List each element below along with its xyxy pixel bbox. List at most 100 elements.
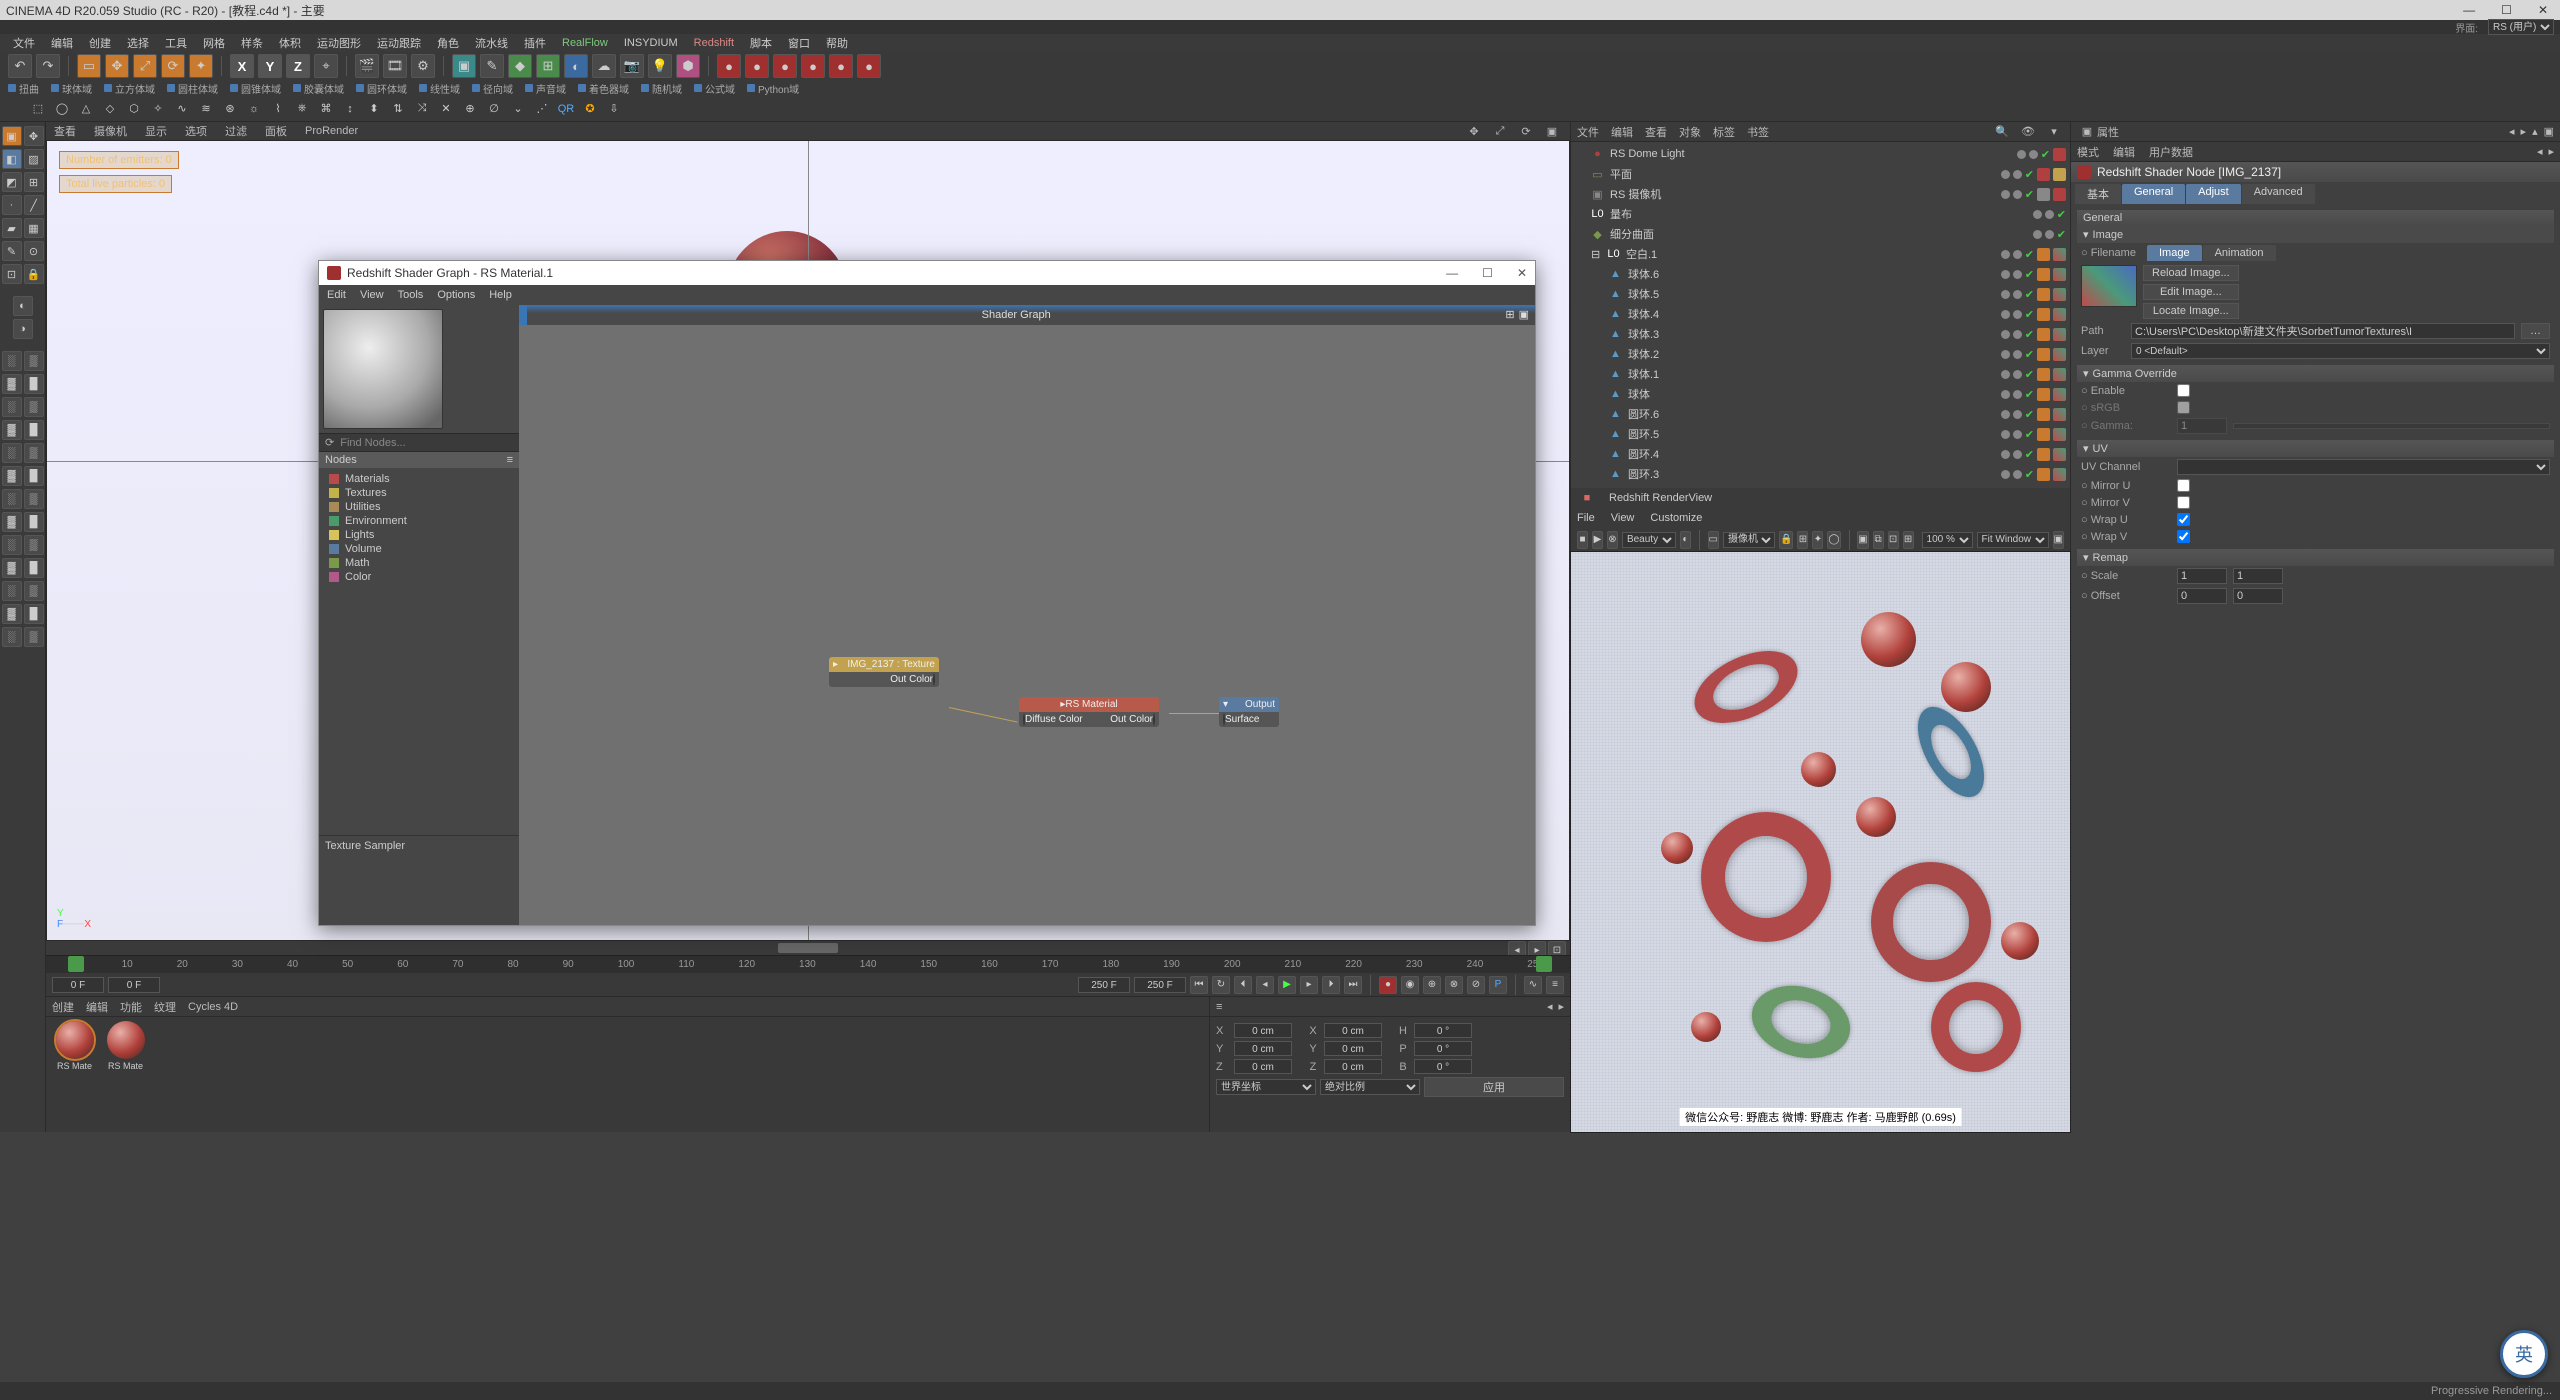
rot-field[interactable]: 0 ° [1414, 1041, 1472, 1056]
tab-adjust[interactable]: Adjust [2186, 184, 2241, 204]
out-port[interactable] [933, 673, 935, 686]
make-editable-icon[interactable]: ▣ [2, 126, 22, 146]
loop-icon[interactable]: ↻ [1212, 976, 1230, 994]
render-settings-icon[interactable]: ⚙ [411, 54, 435, 78]
sg-menu-options[interactable]: Options [437, 289, 475, 301]
field-item[interactable]: 球体域 [51, 81, 92, 96]
sg-category[interactable]: Volume [325, 542, 513, 556]
key-param-icon[interactable]: P [1489, 976, 1507, 994]
brush-icon[interactable]: ░ [2, 443, 22, 463]
rv-compare-icon[interactable]: ◯ [1827, 531, 1840, 549]
menu-mograph[interactable]: 运动图形 [310, 35, 368, 51]
vis-editor-dot[interactable] [2001, 370, 2010, 379]
prev-frame-icon[interactable]: ◂ [1256, 976, 1274, 994]
tool-icon[interactable]: ⬡ [124, 99, 144, 119]
layer-select[interactable]: 0 <Default> [2131, 343, 2550, 359]
brush-icon[interactable]: █ [24, 512, 44, 532]
attr-menu-userdata[interactable]: 用户数据 [2149, 144, 2193, 160]
brush-icon[interactable]: ░ [2, 351, 22, 371]
rs-ipr-icon[interactable]: ● [745, 54, 769, 78]
brush-icon[interactable]: ▒ [24, 351, 44, 371]
sg-canvas[interactable]: Shader Graph ⊞▣ ▸ IMG_2137 : Texture Out… [519, 305, 1535, 925]
locate-image-button[interactable]: Locate Image... [2143, 303, 2239, 319]
expand-icon[interactable]: ⊟ [1591, 248, 1603, 261]
field-item[interactable]: Python域 [747, 81, 799, 96]
vis-render-dot[interactable] [2013, 310, 2022, 319]
add-cube-icon[interactable]: ▣ [452, 54, 476, 78]
snap-icon[interactable]: ⊡ [2, 264, 22, 284]
brush-icon[interactable]: █ [24, 558, 44, 578]
rv-camera-select[interactable]: 摄像机 [1723, 532, 1775, 548]
coord-mode-a[interactable]: 世界坐标 [1216, 1079, 1316, 1095]
object-row[interactable]: ▲球体.4✔ [1575, 304, 2066, 324]
menu-create[interactable]: 创建 [82, 35, 118, 51]
vis-editor-dot[interactable] [2001, 250, 2010, 259]
tag-icon[interactable] [2037, 168, 2050, 181]
tool-icon[interactable]: ◯ [52, 99, 72, 119]
vis-editor-dot[interactable] [2033, 230, 2042, 239]
attr-menu-edit[interactable]: 编辑 [2113, 144, 2135, 160]
close-button[interactable]: ✕ [2532, 3, 2554, 17]
object-row[interactable]: ▲球体.2✔ [1575, 344, 2066, 364]
tag-icon[interactable] [2053, 288, 2066, 301]
field-item[interactable]: 线性域 [419, 81, 460, 96]
tag-icon[interactable] [2053, 308, 2066, 321]
vp-menu-options[interactable]: 选项 [185, 123, 207, 139]
menu-redshift[interactable]: Redshift [687, 37, 741, 49]
srgb-checkbox[interactable] [2177, 401, 2190, 414]
vis-render-dot[interactable] [2013, 410, 2022, 419]
offset-a[interactable] [2177, 588, 2227, 604]
scroll-thumb[interactable] [778, 943, 838, 953]
mirroru-checkbox[interactable] [2177, 479, 2190, 492]
path-field[interactable] [2131, 323, 2515, 339]
tag-icon[interactable] [2053, 428, 2066, 441]
field-item[interactable]: 胶囊体域 [293, 81, 344, 96]
vis-editor-dot[interactable] [2017, 150, 2026, 159]
tag-icon[interactable] [2053, 408, 2066, 421]
tool-icon[interactable]: △ [76, 99, 96, 119]
mat-menu-func[interactable]: 功能 [120, 999, 142, 1015]
vis-editor-dot[interactable] [2001, 450, 2010, 459]
tag-icon[interactable] [2037, 188, 2050, 201]
dope-icon[interactable]: ≡ [1546, 976, 1564, 994]
coord-menu-icon[interactable]: ≡ [1216, 1001, 1222, 1013]
objmgr-menu-tags[interactable]: 标签 [1713, 124, 1735, 140]
tab-basic[interactable]: 基本 [2075, 184, 2121, 204]
tool-icon[interactable]: ⌄ [508, 99, 528, 119]
texture-mode-icon[interactable]: ▨ [24, 149, 44, 169]
vis-render-dot[interactable] [2013, 390, 2022, 399]
rot-field[interactable]: 0 ° [1414, 1023, 1472, 1038]
add-deformer-icon[interactable]: ◐ [564, 54, 588, 78]
rv-fit-select[interactable]: Fit Window [1977, 532, 2049, 548]
vp-nav-zoom-icon[interactable]: ⤢ [1490, 121, 1510, 141]
tweak-icon[interactable]: ✎ [2, 241, 22, 261]
filter-icon[interactable]: 👁 [2018, 122, 2038, 142]
sg-snap-icon[interactable]: ⊞ [1505, 305, 1514, 325]
cur-end[interactable]: 250 F [1078, 977, 1130, 993]
brush-icon[interactable]: ▒ [24, 581, 44, 601]
model-mode-icon[interactable]: ◧ [2, 149, 22, 169]
apply-button[interactable]: 应用 [1424, 1077, 1564, 1097]
object-list[interactable]: ●RS Dome Light✔▭平面✔▣RS 摄像机✔L0量布✔◆细分曲面✔⊟L… [1571, 142, 2070, 488]
brush-icon[interactable]: ▓ [2, 558, 22, 578]
section-uv[interactable]: ▾ UV [2077, 440, 2554, 457]
enable-check-icon[interactable]: ✔ [2025, 448, 2034, 461]
tag-icon[interactable] [2037, 468, 2050, 481]
timeline-start-handle[interactable] [68, 956, 84, 972]
step-back-icon[interactable]: ⏴ [1234, 976, 1252, 994]
offset-b[interactable] [2233, 588, 2283, 604]
field-item[interactable]: 径向域 [472, 81, 513, 96]
object-row[interactable]: ▲圆环.3✔ [1575, 464, 2066, 484]
enable-check-icon[interactable]: ✔ [2025, 188, 2034, 201]
objmgr-menu-file[interactable]: 文件 [1577, 124, 1599, 140]
edit-image-button[interactable]: Edit Image... [2143, 284, 2239, 300]
menu-window[interactable]: 窗口 [781, 35, 817, 51]
vis-render-dot[interactable] [2013, 350, 2022, 359]
undo-icon[interactable]: ↶ [8, 54, 32, 78]
coord-mode-b[interactable]: 绝对比例 [1320, 1079, 1420, 1095]
point-mode-icon[interactable]: · [2, 195, 22, 215]
workplane-icon[interactable]: ⊞ [24, 172, 44, 192]
menu-volume[interactable]: 体积 [272, 35, 308, 51]
sg-menu-tools[interactable]: Tools [398, 289, 424, 301]
vis-render-dot[interactable] [2045, 210, 2054, 219]
